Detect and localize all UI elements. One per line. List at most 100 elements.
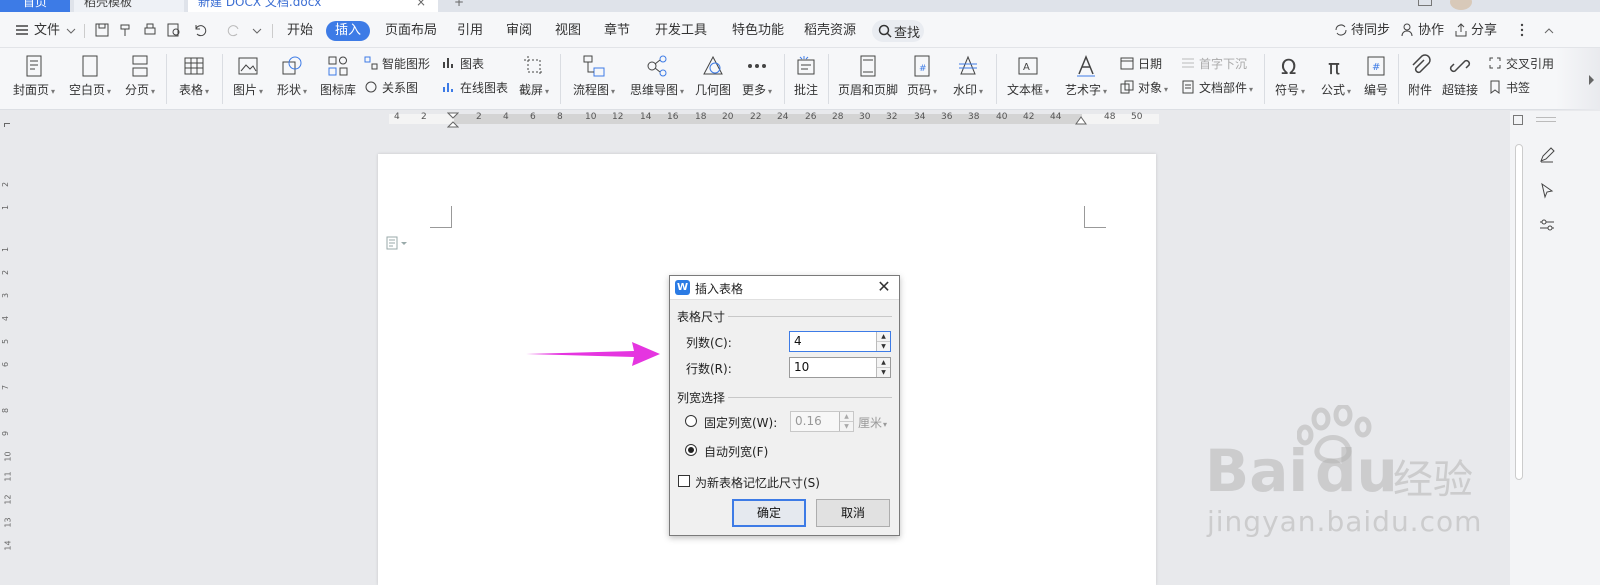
page-number-button[interactable]: # 页码 ▾: [904, 54, 940, 98]
menu-view[interactable]: 视图: [555, 21, 581, 41]
header-footer-button[interactable]: 页眉和页脚: [836, 54, 900, 98]
hyperlink-button[interactable]: 超链接: [1440, 54, 1480, 98]
object-button[interactable]: 对象 ▾: [1120, 79, 1168, 97]
picture-button[interactable]: 图片 ▾: [228, 54, 268, 98]
drop-cap-button[interactable]: 首字下沉: [1181, 55, 1247, 73]
ruler-tick-label: 26: [805, 112, 817, 122]
paragraph-options-icon[interactable]: [386, 236, 408, 250]
collapse-ribbon-icon[interactable]: [1544, 26, 1554, 36]
rows-stepper[interactable]: 10 ▲ ▼: [789, 357, 891, 378]
online-chart-button[interactable]: 在线图表: [442, 79, 508, 97]
fixed-width-input[interactable]: 0.16 ▲ ▼: [790, 411, 854, 432]
undo-icon[interactable]: [192, 22, 208, 38]
sync-button[interactable]: 待同步: [1351, 21, 1390, 41]
cross-reference-button[interactable]: 交叉引用: [1488, 55, 1554, 73]
menu-insert[interactable]: 插入: [326, 21, 371, 41]
watermark-button[interactable]: 水印 ▾: [948, 54, 988, 98]
relation-chart-button[interactable]: 关系图: [364, 79, 418, 97]
unit-select[interactable]: 厘米▾: [858, 414, 887, 431]
indent-marker-icon[interactable]: [447, 112, 459, 128]
menu-docer[interactable]: 稻壳资源: [804, 21, 856, 41]
menu-file[interactable]: 文件: [34, 21, 60, 41]
tab-home[interactable]: 首页: [0, 0, 70, 12]
adjust-settings-icon[interactable]: [1538, 216, 1556, 234]
chart-button[interactable]: 图表: [442, 55, 484, 73]
hamburger-menu-icon[interactable]: [14, 22, 30, 38]
cancel-button[interactable]: 取消: [816, 499, 890, 527]
table-button[interactable]: 表格 ▾: [174, 54, 214, 98]
rows-down-icon[interactable]: ▼: [877, 368, 890, 378]
share-icon[interactable]: [1453, 22, 1469, 38]
vertical-ruler[interactable]: 2 1 1 2 3 4 5 6 7 8 9 10 11 12 13 14: [0, 127, 14, 585]
numbering-button[interactable]: # 编号: [1360, 54, 1392, 98]
page-break-button[interactable]: 分页 ▾: [120, 54, 160, 98]
new-tab-button[interactable]: +: [444, 0, 464, 12]
dialog-close-icon[interactable]: ✕: [875, 278, 893, 296]
shape-button[interactable]: 形状 ▾: [272, 54, 312, 98]
tab-templates[interactable]: 稻壳模板: [74, 0, 184, 12]
horizontal-ruler[interactable]: 4 2 2 4 6 8 10 12 14 16 18 20 22 24 26 28 30 32 34 36 38 40 42…: [0, 111, 1510, 128]
ruler-tick-label: 10: [585, 112, 597, 122]
quick-access-dropdown-icon[interactable]: [252, 26, 262, 36]
auto-width-radio[interactable]: [685, 444, 697, 456]
vertical-scrollbar[interactable]: [1515, 144, 1523, 480]
menu-references[interactable]: 引用: [457, 21, 483, 41]
print-icon[interactable]: [142, 22, 158, 38]
rows-up-icon[interactable]: ▲: [877, 358, 890, 368]
menu-developer[interactable]: 开发工具: [655, 21, 707, 41]
sidebar-toggle-icon[interactable]: [1513, 115, 1523, 125]
more-button[interactable]: 更多 ▾: [738, 54, 776, 98]
geometry-button[interactable]: 几何图: [694, 54, 732, 98]
attachment-button[interactable]: 附件: [1404, 54, 1436, 98]
avatar[interactable]: [1450, 0, 1472, 10]
bookmark-button[interactable]: 书签: [1488, 79, 1530, 97]
flowchart-button[interactable]: 流程图 ▾: [568, 54, 620, 98]
formula-button[interactable]: π 公式 ▾: [1316, 54, 1356, 98]
smart-shape-button[interactable]: 智能图形: [364, 55, 430, 73]
edit-pen-icon[interactable]: [1538, 146, 1556, 164]
date-button[interactable]: 日期: [1120, 55, 1162, 73]
dialog-title-bar[interactable]: W 插入表格 ✕: [670, 276, 899, 300]
save-icon[interactable]: [94, 22, 110, 38]
blank-page-button[interactable]: 空白页 ▾: [66, 54, 114, 98]
more-options-icon[interactable]: [1514, 22, 1530, 38]
select-cursor-icon[interactable]: [1538, 182, 1556, 200]
columns-stepper[interactable]: 4 ▲ ▼: [789, 331, 891, 352]
sync-icon[interactable]: [1333, 22, 1349, 38]
file-chevron-down-icon[interactable]: [66, 26, 76, 36]
document-part-button[interactable]: 文档部件 ▾: [1181, 79, 1253, 97]
icon-library-button[interactable]: 图标库: [318, 54, 358, 98]
remember-size-checkbox[interactable]: [678, 475, 690, 487]
text-box-button[interactable]: A 文本框 ▾: [1002, 54, 1054, 98]
wordart-button[interactable]: 艺术字 ▾: [1060, 54, 1112, 98]
ribbon-scroll-right-icon[interactable]: [1588, 74, 1596, 86]
comment-button[interactable]: 批注: [790, 54, 822, 98]
fixed-width-up-icon[interactable]: ▲: [840, 412, 853, 422]
cover-page-button[interactable]: 封面页 ▾: [10, 54, 58, 98]
menu-features[interactable]: 特色功能: [732, 21, 784, 41]
fixed-width-down-icon[interactable]: ▼: [840, 422, 853, 432]
menu-section[interactable]: 章节: [604, 21, 630, 41]
collaborate-icon[interactable]: [1400, 22, 1416, 38]
search-button[interactable]: 查找: [872, 20, 924, 42]
share-button[interactable]: 分享: [1471, 21, 1497, 41]
menu-page-layout[interactable]: 页面布局: [385, 21, 437, 41]
format-painter-icon[interactable]: [118, 22, 134, 38]
menu-home[interactable]: 开始: [287, 21, 313, 41]
right-indent-marker-icon[interactable]: [1075, 115, 1087, 125]
tab-close-icon[interactable]: ×: [416, 0, 426, 12]
symbol-button[interactable]: Ω 符号 ▾: [1270, 54, 1310, 98]
ok-button[interactable]: 确定: [732, 499, 806, 527]
print-preview-icon[interactable]: [166, 22, 182, 38]
menu-review[interactable]: 审阅: [506, 21, 532, 41]
columns-down-icon[interactable]: ▼: [877, 342, 890, 352]
numbering-label: 编号: [1363, 83, 1388, 97]
collaborate-button[interactable]: 协作: [1418, 21, 1444, 41]
window-icon[interactable]: [1418, 0, 1432, 6]
redo-icon[interactable]: [226, 22, 242, 38]
fixed-width-radio[interactable]: [685, 415, 697, 427]
mindmap-button[interactable]: 思维导图 ▾: [626, 54, 688, 98]
tab-document[interactable]: 新建 DOCX 文档.docx ×: [188, 0, 438, 12]
columns-up-icon[interactable]: ▲: [877, 332, 890, 342]
screenshot-button[interactable]: 截屏 ▾: [514, 54, 554, 98]
